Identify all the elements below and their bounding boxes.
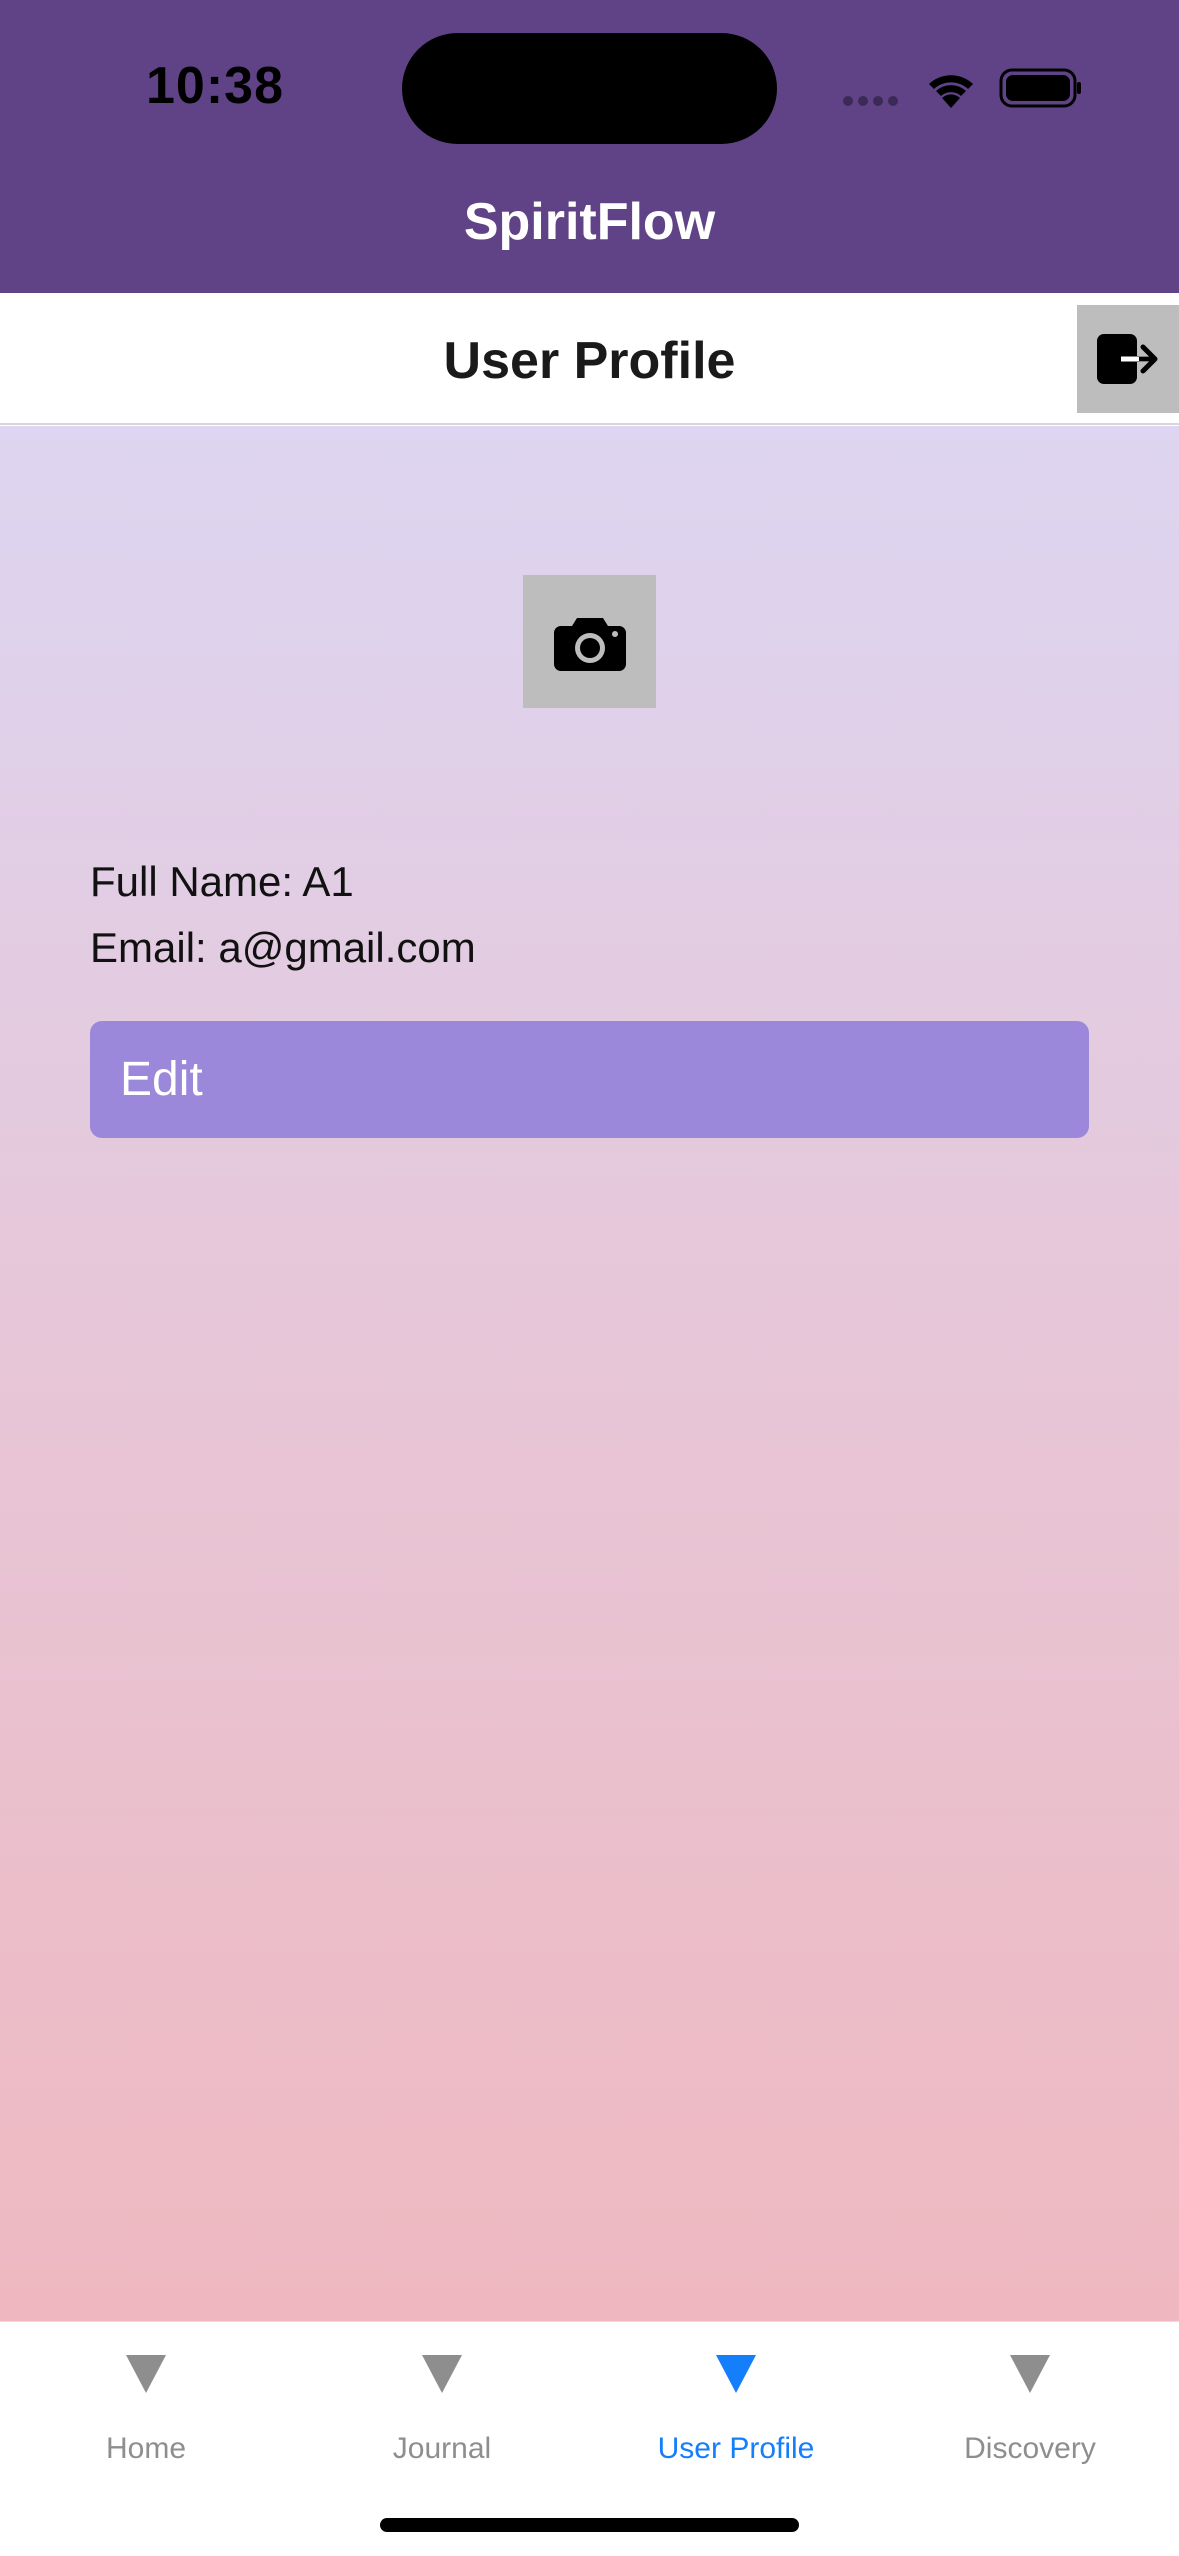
logout-icon [1097, 334, 1158, 384]
cellular-signal-icon [843, 96, 898, 106]
triangle-down-icon [716, 2355, 756, 2393]
dynamic-island [402, 33, 777, 144]
triangle-down-icon [126, 2355, 166, 2393]
tab-discovery[interactable]: Discovery [930, 2322, 1130, 2482]
tab-label: Discovery [964, 2432, 1096, 2465]
tab-journal[interactable]: Journal [342, 2322, 542, 2482]
page-header: User Profile [0, 293, 1179, 425]
change-photo-button[interactable] [523, 575, 656, 708]
logout-button[interactable] [1077, 305, 1179, 413]
triangle-down-icon [1010, 2355, 1050, 2393]
tab-label: Home [105, 2432, 187, 2465]
tab-label: Journal [392, 2432, 492, 2465]
tab-label: User Profile [657, 2432, 815, 2465]
app-title: SpiritFlow [463, 193, 716, 251]
full-name-text: Full Name: A1 [90, 858, 354, 905]
edit-button-label: Edit [120, 1053, 203, 1106]
tab-home[interactable]: Home [46, 2322, 246, 2482]
home-indicator [380, 2518, 799, 2532]
tab-user-profile[interactable]: User Profile [616, 2322, 856, 2482]
edit-button[interactable]: Edit [90, 1021, 1089, 1138]
triangle-down-icon [422, 2355, 462, 2393]
profile-content: Full Name: A1 Email: a@gmail.com Edit [0, 426, 1179, 2321]
status-icons [843, 62, 1083, 112]
camera-icon [553, 617, 626, 671]
top-header: 10:38 SpiritFlow [0, 0, 1179, 293]
email-text: Email: a@gmail.com [90, 924, 476, 971]
battery-icon [999, 68, 1081, 108]
page-title: User Profile [443, 332, 736, 390]
status-time: 10:38 [146, 57, 284, 115]
wifi-icon [929, 75, 973, 108]
